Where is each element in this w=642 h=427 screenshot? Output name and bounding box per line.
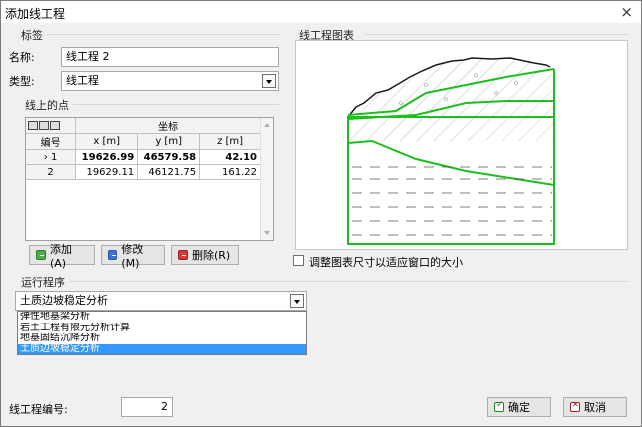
points-table[interactable]: 坐标 编号 x [m] y [m] z [m] › 1 19626.99 465… bbox=[25, 117, 274, 241]
check-icon bbox=[494, 400, 504, 412]
add-line-dialog: 添加线工程 × 标签 名称: 线工程 2 类型: 线工程 线上的点 坐标 编号 … bbox=[0, 0, 642, 427]
chevron-down-icon[interactable] bbox=[262, 74, 276, 88]
coord-header: 坐标 bbox=[75, 118, 261, 134]
edit-point-button[interactable]: 修改(M) bbox=[101, 243, 165, 270]
rock-layer bbox=[348, 58, 554, 141]
title-bar: 添加线工程 × bbox=[1, 1, 641, 23]
z-column-header: z [m] bbox=[199, 133, 261, 150]
layer-boundary bbox=[347, 139, 555, 186]
scroll-down-icon[interactable] bbox=[264, 231, 270, 235]
type-select-value: 线工程 bbox=[66, 74, 99, 87]
copy-icon[interactable] bbox=[28, 120, 38, 130]
x-cell[interactable]: 19626.99 bbox=[75, 149, 139, 165]
x-cell[interactable]: 19629.11 bbox=[75, 164, 139, 180]
scroll-up-icon[interactable] bbox=[264, 123, 270, 127]
type-label: 类型: bbox=[9, 75, 35, 88]
program-select-value: 土质边坡稳定分析 bbox=[20, 294, 108, 307]
edit-icon bbox=[108, 250, 118, 260]
points-group-title: 线上的点 bbox=[23, 97, 71, 113]
type-select[interactable]: 线工程 bbox=[61, 71, 279, 91]
y-cell[interactable]: 46579.58 bbox=[137, 149, 201, 165]
line-number-field[interactable]: 2 bbox=[121, 397, 173, 417]
ok-button-label: 确定 bbox=[508, 401, 530, 414]
ok-button[interactable]: 确定 bbox=[487, 397, 551, 417]
row-number: 2 bbox=[47, 166, 54, 178]
add-point-button[interactable]: 添加(A) bbox=[29, 243, 95, 270]
add-icon bbox=[36, 250, 46, 260]
labels-group-title: 标签 bbox=[19, 27, 45, 43]
delete-button-label: 删除(R) bbox=[192, 249, 231, 262]
program-option-selected[interactable]: 土质边坡稳定分析 bbox=[18, 343, 306, 354]
labels-group-divider bbox=[47, 34, 279, 35]
row-number: 1 bbox=[51, 151, 58, 163]
fit-window-checkbox[interactable] bbox=[293, 255, 304, 266]
program-option[interactable]: 岩土工程有限元分析计算 bbox=[18, 323, 306, 334]
table-toolbar bbox=[26, 118, 77, 134]
program-group-title: 运行程序 bbox=[19, 274, 67, 290]
window-title: 添加线工程 bbox=[5, 7, 66, 21]
row-number-cell[interactable]: › 1 bbox=[26, 149, 77, 165]
soil-layer-pattern bbox=[352, 166, 552, 236]
table-row[interactable]: 2 19629.11 46121.75 161.22 bbox=[26, 164, 261, 180]
z-cell[interactable]: 161.22 bbox=[199, 164, 261, 180]
paste-icon[interactable] bbox=[39, 120, 49, 130]
name-label: 名称: bbox=[9, 51, 35, 64]
edit-button-label: 修改(M) bbox=[121, 242, 144, 270]
delete-point-button[interactable]: 删除(R) bbox=[171, 245, 239, 265]
row-number-cell[interactable]: 2 bbox=[26, 164, 77, 180]
table-scrollbar[interactable] bbox=[260, 118, 273, 240]
add-button-label: 添加(A) bbox=[49, 242, 72, 270]
close-icon[interactable]: × bbox=[620, 3, 633, 21]
delete-icon bbox=[178, 250, 188, 260]
z-cell[interactable]: 42.10 bbox=[199, 149, 261, 165]
preview-divider bbox=[365, 34, 629, 35]
current-row-marker: › bbox=[43, 151, 48, 163]
x-column-header: x [m] bbox=[75, 133, 139, 150]
line-preview-drawing bbox=[347, 57, 555, 245]
points-group-divider bbox=[73, 104, 279, 105]
cancel-button-label: 取消 bbox=[584, 401, 606, 414]
fit-window-label: 调整图表尺寸以适应窗口的大小 bbox=[309, 256, 463, 269]
close-icon bbox=[570, 400, 580, 412]
cancel-button[interactable]: 取消 bbox=[563, 397, 627, 417]
program-group-divider bbox=[69, 281, 629, 282]
number-column-header: 编号 bbox=[26, 133, 77, 150]
chevron-down-icon[interactable] bbox=[290, 294, 304, 308]
y-cell[interactable]: 46121.75 bbox=[137, 164, 201, 180]
program-option[interactable]: 地基固结沉降分析 bbox=[18, 333, 306, 344]
program-option[interactable]: 弹性地基梁分析 bbox=[18, 312, 306, 323]
line-number-label: 线工程编号: bbox=[9, 403, 68, 416]
name-field[interactable]: 线工程 2 bbox=[61, 47, 279, 67]
table-row[interactable]: › 1 19626.99 46579.58 42.10 bbox=[26, 149, 261, 165]
grid-options-icon[interactable] bbox=[50, 120, 60, 130]
program-select[interactable]: 土质边坡稳定分析 bbox=[15, 291, 307, 311]
program-dropdown-list[interactable]: 弹性地基梁分析 岩土工程有限元分析计算 地基固结沉降分析 土质边坡稳定分析 bbox=[17, 311, 307, 355]
y-column-header: y [m] bbox=[137, 133, 201, 150]
line-preview-panel bbox=[295, 40, 628, 250]
